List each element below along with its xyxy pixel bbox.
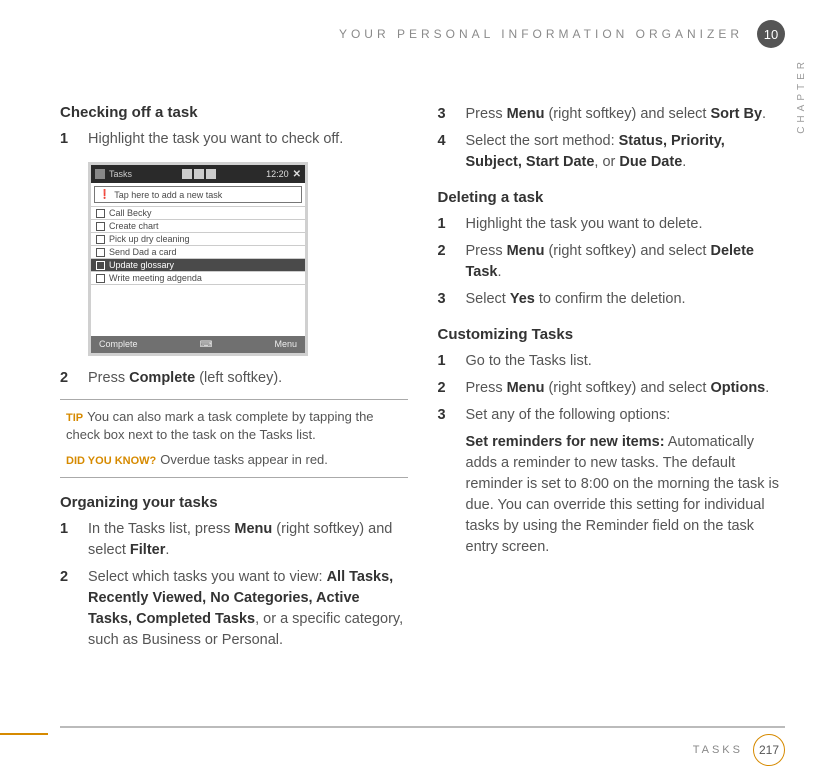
section-deleting: Deleting a task: [438, 189, 786, 206]
section-customizing: Customizing Tasks: [438, 326, 786, 343]
step-text: Highlight the task you want to delete.: [466, 214, 703, 235]
start-icon: [95, 169, 105, 179]
step-number: 2: [60, 567, 74, 651]
step: 2 Press Menu (right softkey) and select O…: [438, 378, 786, 399]
checkbox-icon: [96, 222, 105, 231]
step: 1 In the Tasks list, press Menu (right s…: [60, 519, 408, 561]
header-title: YOUR PERSONAL INFORMATION ORGANIZER: [339, 27, 743, 41]
task-row: Create chart: [91, 219, 305, 232]
content-columns: Checking off a task 1 Highlight the task…: [60, 88, 785, 657]
step: 1 Go to the Tasks list.: [438, 351, 786, 372]
step-number: 2: [438, 378, 452, 399]
page-number: 217: [753, 734, 785, 766]
keyboard-icon: ⌨: [200, 339, 213, 350]
page-header: YOUR PERSONAL INFORMATION ORGANIZER 10: [60, 20, 785, 48]
checkbox-icon: [96, 235, 105, 244]
step-number: 4: [438, 131, 452, 173]
step-text: Press Menu (right softkey) and select Op…: [466, 378, 770, 399]
checkbox-icon: [96, 209, 105, 218]
step-number: 3: [438, 405, 452, 426]
chapter-number-badge: 10: [757, 20, 785, 48]
screenshot-empty-area: [91, 284, 305, 336]
tip-label: TIP: [66, 412, 83, 424]
step-text: Press Menu (right softkey) and select De…: [466, 241, 786, 283]
step-number: 3: [438, 289, 452, 310]
task-row: Write meeting adgenda: [91, 271, 305, 284]
step: 1 Highlight the task you want to check o…: [60, 129, 408, 150]
step: 3 Set any of the following options:: [438, 405, 786, 426]
task-row-selected: Update glossary: [91, 258, 305, 271]
step-text: Press Menu (right softkey) and select So…: [466, 104, 767, 125]
screenshot-body: ❗ Tap here to add a new task Call Becky …: [91, 186, 305, 353]
step-number: 1: [438, 351, 452, 372]
step-number: 2: [438, 241, 452, 283]
option-description: Set reminders for new items: Automatical…: [466, 432, 786, 558]
screenshot-new-task-input: ❗ Tap here to add a new task: [94, 186, 302, 203]
chapter-label-vertical: CHAPTER: [796, 58, 807, 134]
close-icon: ✕: [293, 169, 301, 180]
volume-icon: [206, 169, 216, 179]
screenshot-softkey-bar: Complete ⌨ Menu: [91, 336, 305, 353]
right-column: 3 Press Menu (right softkey) and select …: [438, 88, 786, 657]
step-number: 1: [438, 214, 452, 235]
step: 3 Press Menu (right softkey) and select …: [438, 104, 786, 125]
step-text: Go to the Tasks list.: [466, 351, 592, 372]
checkbox-icon: [96, 274, 105, 283]
screenshot-task-list: Call Becky Create chart Pick up dry clea…: [91, 206, 305, 336]
step: 1 Highlight the task you want to delete.: [438, 214, 786, 235]
step-text: Highlight the task you want to check off…: [88, 129, 343, 150]
section-checking-off: Checking off a task: [60, 104, 408, 121]
checkbox-icon: [96, 261, 105, 270]
battery-icon: [194, 169, 204, 179]
page-footer: TASKS 217: [60, 726, 785, 766]
step: 2 Press Menu (right softkey) and select D…: [438, 241, 786, 283]
device-screenshot: Tasks 12:20 ✕ ❗ Tap here to add a new ta…: [88, 162, 308, 356]
signal-icon: [182, 169, 192, 179]
step-text: Select the sort method: Status, Priority…: [466, 131, 786, 173]
exclaim-icon: ❗: [99, 189, 110, 200]
right-softkey: Menu: [274, 339, 297, 350]
tip-callout: TIPYou can also mark a task complete by …: [60, 399, 408, 478]
step: 3 Select Yes to confirm the deletion.: [438, 289, 786, 310]
task-row: Send Dad a card: [91, 245, 305, 258]
step: 2 Press Complete (left softkey).: [60, 368, 408, 389]
footer-accent-line: [0, 733, 48, 735]
step-text: Set any of the following options:: [466, 405, 671, 426]
step: 4 Select the sort method: Status, Priori…: [438, 131, 786, 173]
step-number: 1: [60, 519, 74, 561]
page: YOUR PERSONAL INFORMATION ORGANIZER 10 C…: [0, 0, 825, 782]
step-text: Press Complete (left softkey).: [88, 368, 282, 389]
screenshot-status-bar: Tasks 12:20 ✕: [91, 165, 305, 183]
task-row: Pick up dry cleaning: [91, 232, 305, 245]
step-text: In the Tasks list, press Menu (right sof…: [88, 519, 408, 561]
did-you-know-label: DID YOU KNOW?: [66, 455, 156, 467]
left-column: Checking off a task 1 Highlight the task…: [60, 88, 408, 657]
step-number: 3: [438, 104, 452, 125]
left-softkey: Complete: [99, 339, 138, 350]
task-row: Call Becky: [91, 206, 305, 219]
did-you-know-line: DID YOU KNOW?Overdue tasks appear in red…: [66, 451, 402, 469]
step-number: 2: [60, 368, 74, 389]
section-organizing: Organizing your tasks: [60, 494, 408, 511]
checkbox-icon: [96, 248, 105, 257]
footer-section-label: TASKS: [693, 744, 743, 756]
input-placeholder: Tap here to add a new task: [114, 190, 222, 200]
step-number: 1: [60, 129, 74, 150]
step-text: Select Yes to confirm the deletion.: [466, 289, 686, 310]
step-text: Select which tasks you want to view: All…: [88, 567, 408, 651]
tip-line: TIPYou can also mark a task complete by …: [66, 408, 402, 445]
step: 2 Select which tasks you want to view: A…: [60, 567, 408, 651]
screenshot-app-label: Tasks: [109, 169, 132, 179]
screenshot-clock: 12:20: [266, 169, 289, 179]
